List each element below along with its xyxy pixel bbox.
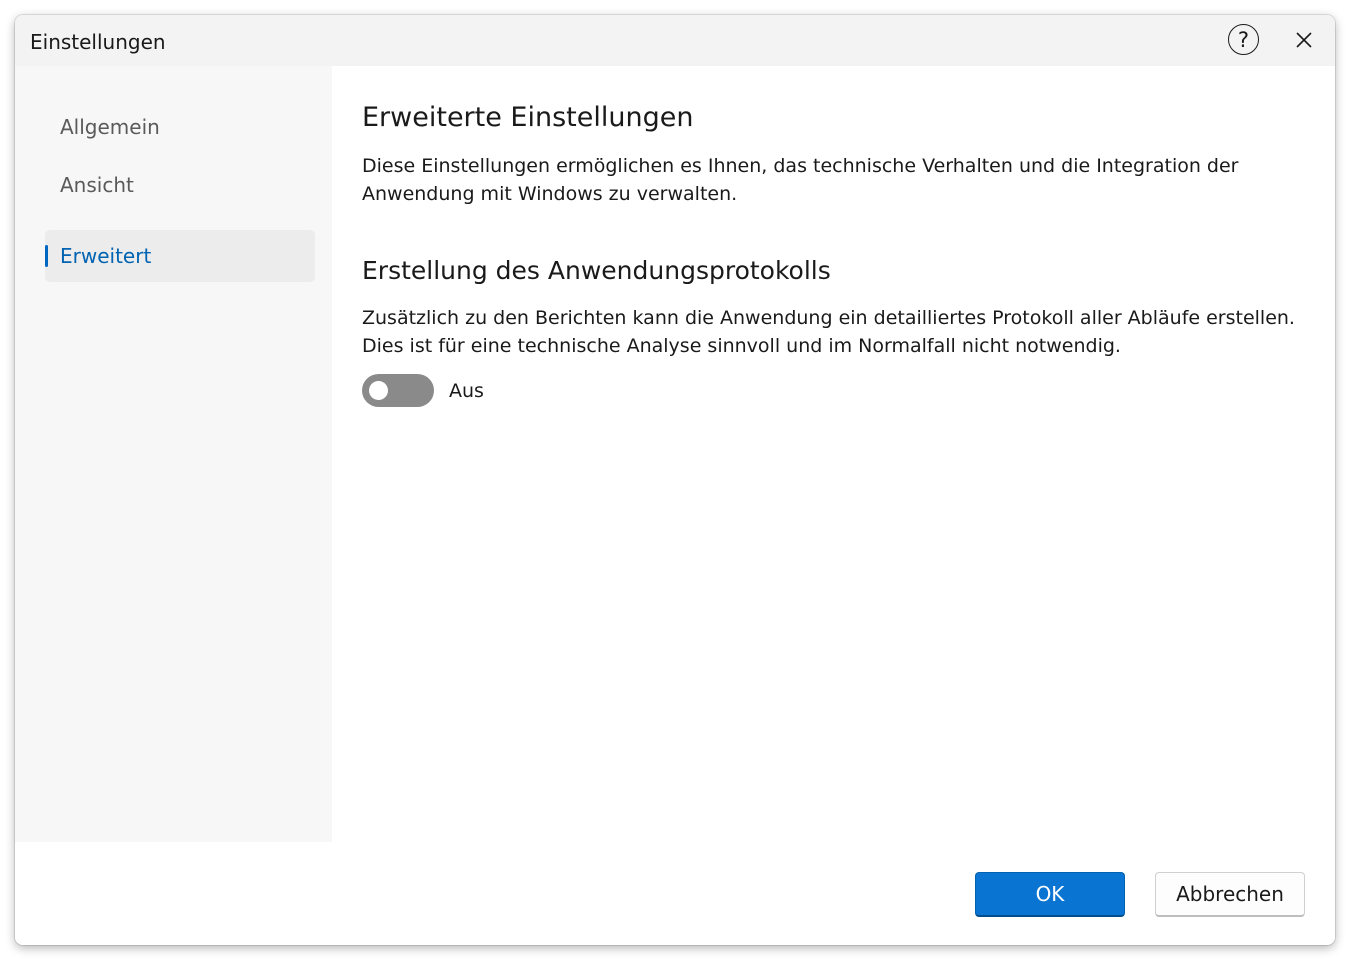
close-button[interactable] [1290,26,1318,54]
sidebar-item-label: Ansicht [60,173,134,197]
page-description: Diese Einstellungen ermöglichen es Ihnen… [362,155,1239,205]
close-icon [1296,32,1312,48]
toggle-state-label: Aus [449,380,484,402]
content-pane: Erweiterte Einstellungen Diese Einstellu… [332,66,1335,842]
ok-button[interactable]: OK [975,872,1125,917]
toggle-knob [369,381,388,400]
sidebar-item-label: Erweitert [60,244,152,268]
sidebar-item-erweitert[interactable]: Erweitert [45,230,315,282]
settings-dialog: Einstellungen ? Allgemein Ansicht Erweit… [15,15,1335,945]
cancel-button[interactable]: Abbrechen [1155,872,1305,917]
title-bar: Einstellungen ? [15,15,1335,66]
selection-indicator [45,245,48,267]
sidebar-item-ansicht[interactable]: Ansicht [45,159,315,211]
help-icon: ? [1237,27,1250,52]
page-title: Erweiterte Einstellungen [362,102,694,133]
section-title: Erstellung des Anwendungsprotokolls [362,256,831,285]
sidebar-nav: Allgemein Ansicht Erweitert [15,66,332,842]
section-description: Zusätzlich zu den Berichten kann die Anw… [362,307,1295,357]
sidebar-item-label: Allgemein [60,115,160,139]
logging-toggle[interactable] [362,374,434,407]
dialog-footer: OK Abbrechen [15,842,1335,945]
sidebar-item-allgemein[interactable]: Allgemein [45,101,315,153]
window-title: Einstellungen [30,30,166,54]
help-button[interactable]: ? [1228,24,1259,55]
